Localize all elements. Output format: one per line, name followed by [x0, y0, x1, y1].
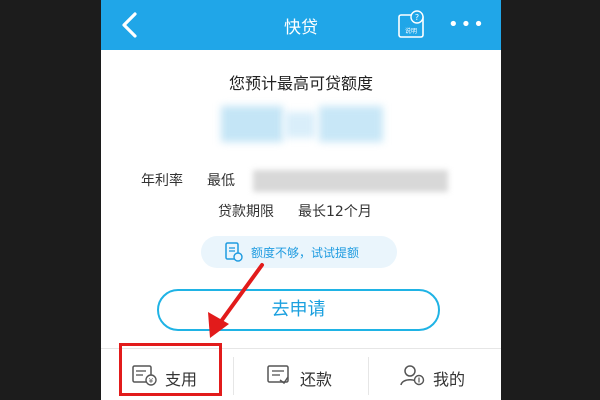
top-bar: 快贷 ? 说明 ••• [101, 0, 501, 50]
credit-headline: 您预计最高可贷额度 [228, 74, 373, 93]
apply-button[interactable]: 去申请 [157, 289, 440, 331]
rate-prefix: 最低 [207, 173, 235, 189]
blurred-rate-value [253, 170, 448, 192]
repay-icon [267, 365, 289, 385]
help-question-glyph: ? [415, 13, 419, 22]
phone-screen: 快贷 ? 说明 ••• 您预计最高可贷额度 年利率 最低 贷款期限 最长12个月… [101, 0, 501, 400]
blurred-credit-amount [221, 104, 386, 144]
nav-label-repay: 还款 [300, 370, 333, 389]
nav-item-repay[interactable]: 还款 [234, 349, 368, 400]
page-title: 快贷 [284, 18, 318, 38]
nav-label-profile: 我的 [433, 370, 466, 389]
term-value: 最长12个月 [298, 204, 372, 220]
profile-icon [400, 365, 425, 386]
rate-label: 年利率 [141, 173, 183, 189]
help-label: 说明 [405, 27, 417, 35]
nav-item-profile[interactable]: 我的 [369, 349, 501, 400]
more-icon[interactable]: ••• [448, 16, 484, 34]
document-icon [225, 242, 243, 262]
help-icon[interactable]: ? 说明 [397, 9, 427, 41]
term-label: 贷款期限 [218, 204, 274, 220]
raise-limit-text: 额度不够，试试提额 [251, 246, 360, 260]
raise-limit-tip[interactable]: 额度不够，试试提额 [201, 236, 397, 268]
highlight-box [119, 343, 222, 396]
